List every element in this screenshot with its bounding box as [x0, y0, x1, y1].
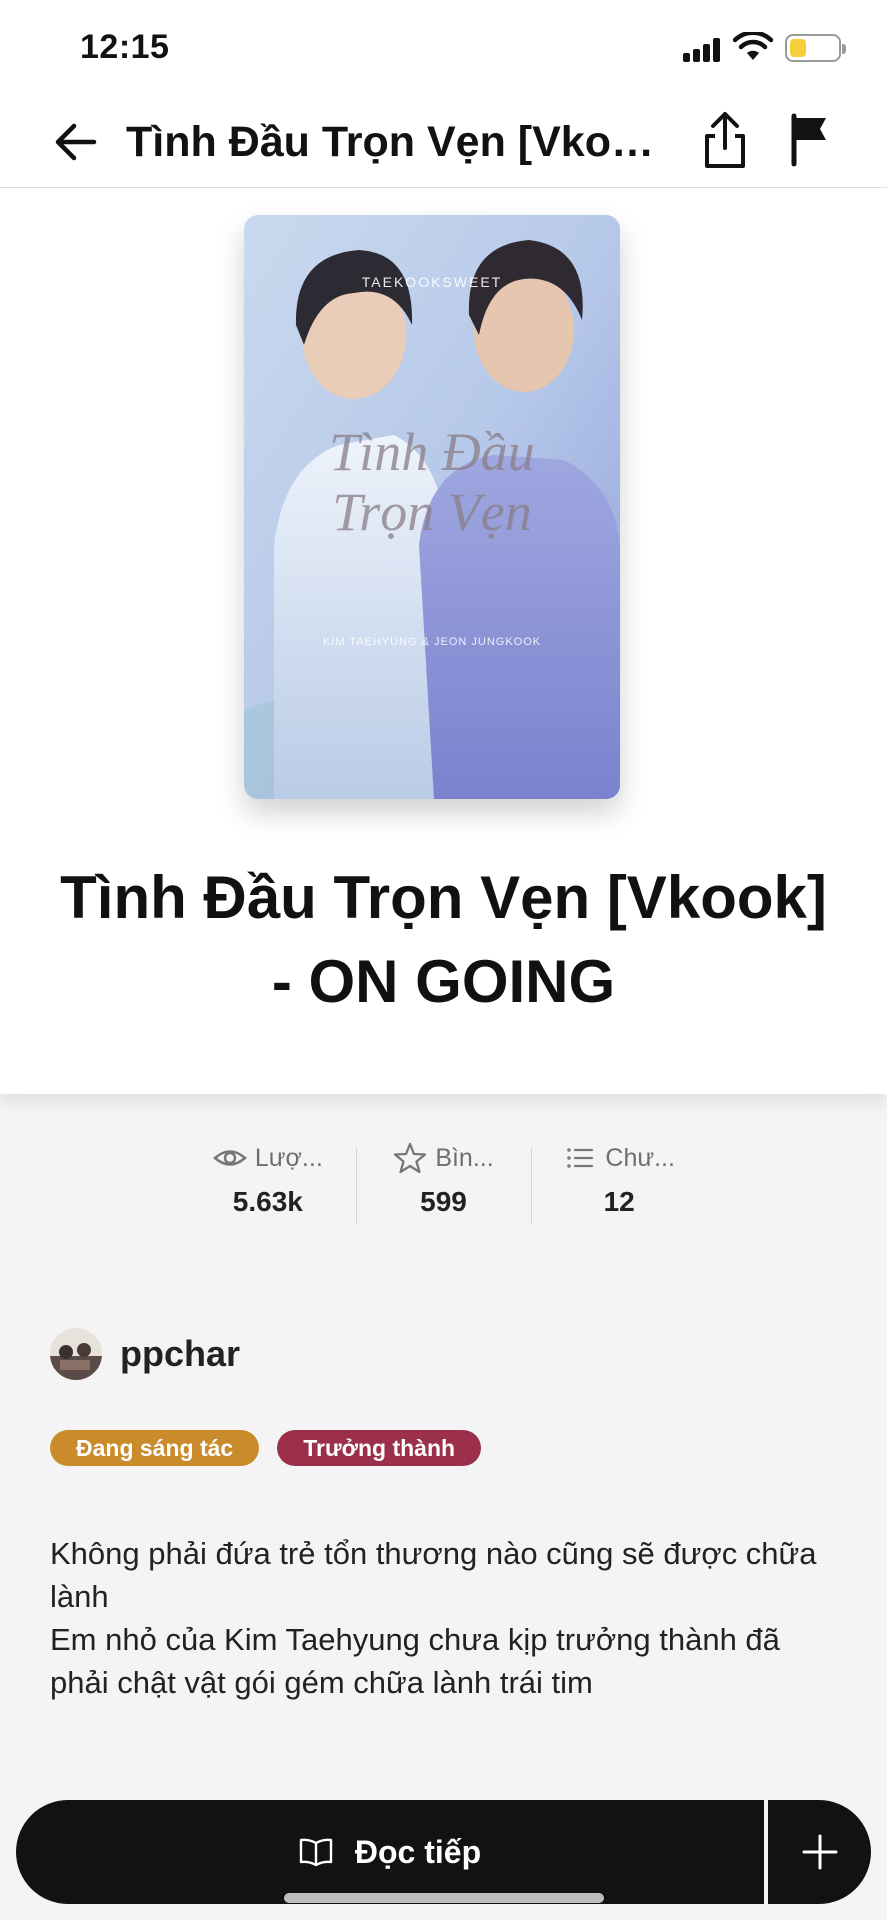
- nav-bar: Tình Đầu Trọn Vẹn [Vkoo...: [0, 96, 887, 188]
- tag-ongoing[interactable]: Đang sáng tác: [50, 1430, 260, 1466]
- continue-reading-button[interactable]: Đọc tiếp: [16, 1800, 764, 1904]
- list-icon: [567, 1148, 594, 1168]
- tag-mature[interactable]: Trưởng thành: [277, 1430, 482, 1466]
- stat-label: Bìn...: [435, 1143, 494, 1172]
- stat-reads: Lượ... 5.63k: [180, 1140, 356, 1224]
- author-row[interactable]: ppchar: [50, 1328, 240, 1380]
- star-icon: [394, 1142, 427, 1174]
- share-icon[interactable]: [697, 108, 753, 172]
- stat-label: Lượ...: [254, 1143, 323, 1172]
- home-indicator: [284, 1893, 604, 1903]
- book-title: Tình Đầu Trọn Vẹn [Vkook] - ON GOING: [60, 864, 827, 1015]
- add-to-library-button[interactable]: [768, 1800, 871, 1904]
- flag-report-icon[interactable]: [786, 112, 834, 168]
- nav-title: Tình Đầu Trọn Vẹn [Vkoo...: [126, 118, 671, 166]
- book-cover[interactable]: TAEKOOKSWEET Tình Đầu Trọn Vẹn KIM TAEHY…: [244, 215, 620, 799]
- author-avatar[interactable]: [50, 1328, 102, 1380]
- stat-value: 5.63k: [232, 1186, 303, 1217]
- stat-value: 599: [420, 1186, 467, 1217]
- stat-value: 12: [603, 1186, 635, 1217]
- cover-title-line2: Trọn Vẹn: [332, 482, 532, 542]
- book-open-icon: [299, 1838, 333, 1867]
- story-stats: Lượ... 5.63k Bìn... 599 Chư... 12: [180, 1140, 707, 1224]
- cellular-signal-icon: [683, 38, 723, 62]
- continue-reading-label: Đọc tiếp: [354, 1833, 482, 1870]
- author-name[interactable]: ppchar: [120, 1333, 240, 1375]
- stat-label: Chư...: [605, 1143, 675, 1172]
- cover-subtitle: KIM TAEHYUNG & JEON JUNGKOOK: [323, 636, 541, 648]
- story-tags: Đang sáng tác Trưởng thành: [50, 1430, 482, 1466]
- story-description: Không phải đứa trẻ tổn thương nào cũng s…: [50, 1536, 817, 1700]
- plus-icon: [802, 1834, 837, 1870]
- cover-title-line1: Tình Đầu: [329, 422, 535, 482]
- eye-icon: [212, 1150, 247, 1166]
- battery-icon: [785, 34, 846, 62]
- back-arrow-icon[interactable]: [48, 114, 104, 170]
- wifi-icon: [733, 32, 773, 60]
- cover-brand: TAEKOOKSWEET: [362, 274, 502, 290]
- stat-votes: Bìn... 599: [355, 1140, 532, 1224]
- status-time: 12:15: [80, 28, 170, 66]
- stat-chapters: Chư... 12: [531, 1140, 707, 1224]
- status-bar: 12:15: [0, 0, 887, 96]
